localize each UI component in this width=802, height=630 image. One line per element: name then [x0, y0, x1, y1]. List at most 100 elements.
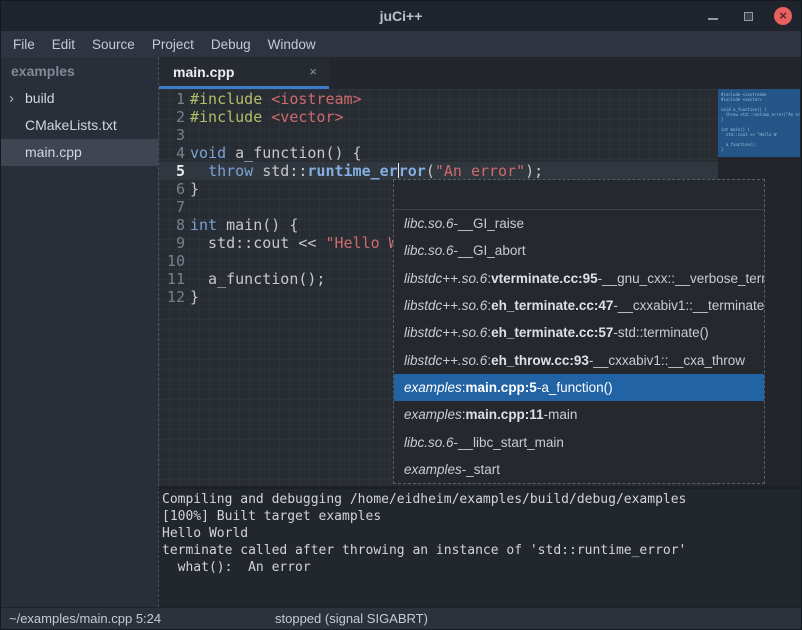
minimize-button[interactable] [704, 7, 722, 25]
close-button[interactable]: × [774, 7, 792, 25]
frame-file-line: eh_throw.cc:93 [491, 353, 589, 368]
frame-file-line: eh_terminate.cc:47 [491, 298, 613, 313]
window-controls: × [704, 1, 792, 31]
frame-library: libc.so.6 [404, 243, 454, 258]
editor-column: main.cpp × 1#include <iostream>2 #include… [159, 57, 801, 607]
menu-item-file[interactable]: File [13, 37, 35, 52]
code-token: "An error" [435, 162, 525, 180]
titlebar: juCi++ × [1, 1, 801, 31]
menu-item-debug[interactable]: Debug [211, 37, 251, 52]
stack-frame-item[interactable]: examples:main.cpp:11 - main [394, 401, 764, 428]
code-token: throw [208, 162, 253, 180]
code-text: #include <vector> [190, 108, 344, 126]
frame-library: examples [404, 380, 462, 395]
stack-frame-item[interactable]: libc.so.6 - __GI_raise [394, 210, 764, 237]
menubar: File Edit Source Project Debug Window [1, 31, 801, 57]
tree-item-main-cpp[interactable]: main.cpp [1, 139, 158, 166]
stack-frame-item[interactable]: libstdc++.so.6:eh_terminate.cc:47 - __cx… [394, 292, 764, 319]
code-token [190, 162, 208, 180]
code-text: } [190, 180, 199, 198]
code-line[interactable]: 3 [159, 126, 718, 144]
line-number: 9 [159, 234, 185, 252]
frame-library: examples [404, 462, 462, 477]
tree-item-label: build [25, 90, 55, 106]
menu-item-edit[interactable]: Edit [52, 37, 75, 52]
menu-item-window[interactable]: Window [268, 37, 316, 52]
minimize-icon [708, 18, 718, 20]
tree-item-cmakelists-txt[interactable]: CMakeLists.txt [1, 112, 158, 139]
tree-item-build[interactable]: › build [1, 85, 158, 112]
code-line[interactable]: 4 void a_function() { [159, 144, 718, 162]
code-text: std::cout << "Hello W [190, 234, 398, 252]
minimap-line: throw std::runtime_error("An error"); [721, 112, 800, 117]
tab-close-icon[interactable]: × [309, 64, 317, 79]
line-number: 3 [159, 126, 185, 144]
stack-frame-list: libc.so.6 - __GI_raiselibc.so.6 - __GI_a… [394, 210, 764, 483]
code-token: <iostream> [271, 90, 361, 108]
frame-library: libc.so.6 [404, 216, 454, 231]
tabbar: main.cpp × [159, 57, 801, 89]
frame-function: __GI_abort [458, 243, 526, 258]
terminal-line: Hello World [162, 525, 801, 542]
frame-library: libc.so.6 [404, 435, 454, 450]
project-name-header: examples [1, 57, 158, 85]
menu-item-source[interactable]: Source [92, 37, 135, 52]
frame-file-line: vterminate.cc:95 [491, 271, 598, 286]
stack-frame-item[interactable]: libstdc++.so.6:vterminate.cc:95 - __gnu_… [394, 265, 764, 292]
stack-frame-item[interactable]: libstdc++.so.6:eh_throw.cc:93 - __cxxabi… [394, 346, 764, 373]
stack-frame-item[interactable]: examples - _start [394, 456, 764, 483]
code-token: std::cout << [190, 234, 325, 252]
code-token: } [190, 180, 199, 198]
tree-item-label: main.cpp [25, 144, 82, 160]
tab-label: main.cpp [173, 64, 309, 80]
frame-function: __gnu_cxx::__verbose_terminate_handler [602, 271, 764, 286]
content: examples › build CMakeLists.txt main.cpp ma… [1, 57, 801, 607]
expander-chevron-icon[interactable]: › [9, 85, 14, 112]
stack-frame-item[interactable]: examples:main.cpp:5 - a_function() [394, 374, 764, 401]
code-token: runtime_er [307, 162, 397, 180]
line-number: 2 [159, 108, 185, 126]
code-text: #include <iostream> [190, 90, 362, 108]
file-tree: › build CMakeLists.txt main.cpp [1, 85, 158, 166]
code-token: void [190, 144, 226, 162]
code-line[interactable]: 1#include <iostream> [159, 90, 718, 108]
terminal-line: what(): An error [162, 559, 801, 576]
code-text: } [190, 288, 199, 306]
menu-item-project[interactable]: Project [152, 37, 194, 52]
line-number: 4 [159, 144, 185, 162]
line-number: 8 [159, 216, 185, 234]
code-line[interactable]: 5 throw std::runtime_error("An error"); [159, 162, 718, 180]
code-token: "Hello W [325, 234, 397, 252]
stack-frame-item[interactable]: libstdc++.so.6:eh_terminate.cc:57 - std:… [394, 319, 764, 346]
code-token: main() { [217, 216, 298, 234]
frame-library: examples [404, 407, 462, 422]
output-terminal[interactable]: Compiling and debugging /home/eidheim/ex… [158, 486, 801, 607]
frame-library: libstdc++.so.6 [404, 353, 487, 368]
line-number: 10 [159, 252, 185, 270]
line-number: 7 [159, 198, 185, 216]
frame-function: std::terminate() [618, 325, 709, 340]
code-text: void a_function() { [190, 144, 362, 162]
editor: 1#include <iostream>2 #include <vector> 34… [159, 89, 801, 486]
stack-trace-popup: libc.so.6 - __GI_raiselibc.so.6 - __GI_a… [393, 179, 765, 484]
line-number: 6 [159, 180, 185, 198]
tree-item-label: CMakeLists.txt [25, 117, 117, 133]
debug-state-status: stopped (signal SIGABRT) [275, 611, 428, 626]
code-line[interactable]: 2 #include <vector> [159, 108, 718, 126]
frame-file-line: main.cpp:5 [466, 380, 537, 395]
code-token: ); [525, 162, 543, 180]
frame-library: libstdc++.so.6 [404, 325, 487, 340]
stack-frame-item[interactable]: libc.so.6 - __GI_abort [394, 237, 764, 264]
frame-function: __cxxabiv1::__cxa_throw [593, 353, 745, 368]
tab-main-cpp[interactable]: main.cpp × [159, 57, 329, 89]
minimap-slider[interactable]: #include <iostream>#include <vector> voi… [718, 89, 800, 157]
code-token: #include [190, 90, 271, 108]
code-token: ror [399, 162, 426, 180]
restore-button[interactable] [739, 7, 757, 25]
minimap-line: } [721, 147, 800, 152]
popup-filter-input[interactable] [394, 180, 764, 210]
file-location-status: ~/examples/main.cpp 5:24 [1, 611, 161, 626]
terminal-line: terminate called after throwing an insta… [162, 542, 801, 559]
stack-frame-item[interactable]: libc.so.6 - __libc_start_main [394, 428, 764, 455]
code-token: #include [190, 108, 271, 126]
